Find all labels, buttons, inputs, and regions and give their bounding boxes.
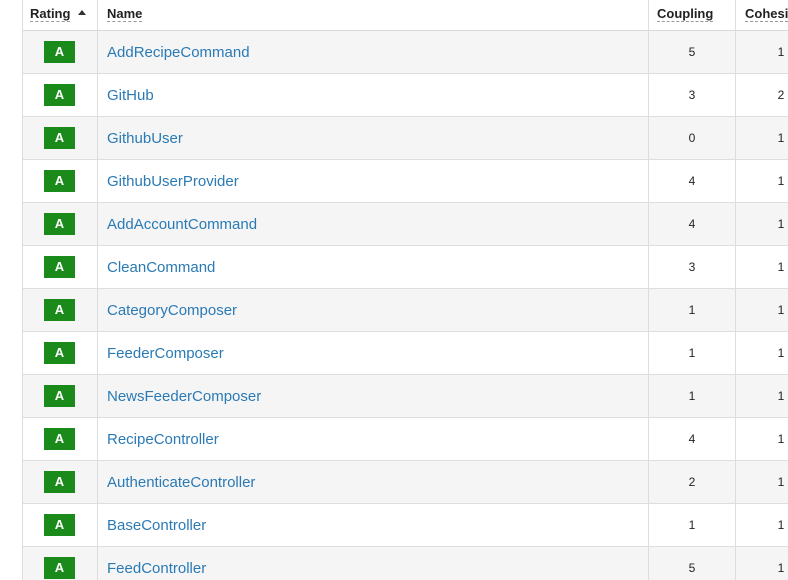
rating-badge: A xyxy=(44,514,75,536)
rating-badge: A xyxy=(44,428,75,450)
rating-badge: A xyxy=(44,299,75,321)
cohesion-value: 1 xyxy=(777,561,785,575)
coupling-value: 3 xyxy=(688,260,696,274)
cohesion-header-label: Cohesi xyxy=(745,6,788,22)
coupling-value: 4 xyxy=(688,217,696,231)
left-gutter xyxy=(0,0,22,580)
cohesion-value: 1 xyxy=(777,131,785,145)
cohesion-value: 1 xyxy=(777,174,785,188)
class-name-link[interactable]: GitHub xyxy=(107,74,154,117)
table-row: A RecipeController 4 1 xyxy=(22,418,788,461)
rating-badge: A xyxy=(44,471,75,493)
coupling-value: 0 xyxy=(688,131,696,145)
cohesion-value: 1 xyxy=(777,303,785,317)
table-row: A CleanCommand 3 1 xyxy=(22,246,788,289)
class-name-link[interactable]: CategoryComposer xyxy=(107,289,237,332)
cohesion-value: 1 xyxy=(777,45,785,59)
coupling-value: 5 xyxy=(688,561,696,575)
table-row: A BaseController 1 1 xyxy=(22,504,788,547)
table-row: A AddAccountCommand 4 1 xyxy=(22,203,788,246)
sort-ascending-icon xyxy=(78,10,87,16)
table-row: A NewsFeederComposer 1 1 xyxy=(22,375,788,418)
cohesion-value: 1 xyxy=(777,432,785,446)
coupling-value: 4 xyxy=(688,174,696,188)
coupling-value: 1 xyxy=(688,303,696,317)
column-divider xyxy=(735,0,736,580)
cohesion-value: 1 xyxy=(777,217,785,231)
class-name-link[interactable]: NewsFeederComposer xyxy=(107,375,261,418)
rating-header-label: Rating xyxy=(30,6,71,22)
table-row: A CategoryComposer 1 1 xyxy=(22,289,788,332)
coupling-value: 1 xyxy=(688,518,696,532)
coupling-column-header[interactable]: Coupling xyxy=(657,0,714,30)
column-divider xyxy=(97,0,98,580)
class-name-link[interactable]: CleanCommand xyxy=(107,246,215,289)
class-name-link[interactable]: AddRecipeCommand xyxy=(107,31,250,74)
rating-badge: A xyxy=(44,84,75,106)
table-row: A AuthenticateController 2 1 xyxy=(22,461,788,504)
cohesion-column-header[interactable]: Cohesi xyxy=(745,0,788,30)
rating-badge: A xyxy=(44,213,75,235)
rating-badge: A xyxy=(44,557,75,579)
name-column-header[interactable]: Name xyxy=(107,0,143,30)
rating-badge: A xyxy=(44,385,75,407)
class-name-link[interactable]: FeederComposer xyxy=(107,332,224,375)
class-name-link[interactable]: GithubUser xyxy=(107,117,183,160)
column-divider xyxy=(22,0,23,580)
class-name-link[interactable]: GithubUserProvider xyxy=(107,160,239,203)
rating-badge: A xyxy=(44,342,75,364)
class-name-link[interactable]: AuthenticateController xyxy=(107,461,255,504)
table-header: Rating Name Coupling Cohesi xyxy=(22,0,788,31)
class-name-link[interactable]: RecipeController xyxy=(107,418,219,461)
rating-badge: A xyxy=(44,170,75,192)
coupling-value: 1 xyxy=(688,389,696,403)
coupling-value: 1 xyxy=(688,346,696,360)
cohesion-value: 1 xyxy=(777,260,785,274)
class-metrics-table: Rating Name Coupling Cohesi A AddRecipeCo… xyxy=(0,0,788,580)
coupling-value: 3 xyxy=(688,88,696,102)
cohesion-value: 1 xyxy=(777,389,785,403)
rating-badge: A xyxy=(44,256,75,278)
column-divider xyxy=(648,0,649,580)
cohesion-value: 1 xyxy=(777,518,785,532)
coupling-value: 2 xyxy=(688,475,696,489)
cohesion-value: 2 xyxy=(777,88,785,102)
coupling-value: 4 xyxy=(688,432,696,446)
class-name-link[interactable]: AddAccountCommand xyxy=(107,203,257,246)
cohesion-value: 1 xyxy=(777,346,785,360)
coupling-header-label: Coupling xyxy=(657,6,714,22)
table-row: A AddRecipeCommand 5 1 xyxy=(22,31,788,74)
class-name-link[interactable]: FeedController xyxy=(107,547,206,580)
name-header-label: Name xyxy=(107,6,143,22)
coupling-value: 5 xyxy=(688,45,696,59)
rating-badge: A xyxy=(44,127,75,149)
rating-column-header[interactable]: Rating xyxy=(30,0,87,30)
table-row: A FeedController 5 1 xyxy=(22,547,788,580)
cohesion-value: 1 xyxy=(777,475,785,489)
table-row: A GithubUser 0 1 xyxy=(22,117,788,160)
table-row: A GithubUserProvider 4 1 xyxy=(22,160,788,203)
table-row: A GitHub 3 2 xyxy=(22,74,788,117)
table-row: A FeederComposer 1 1 xyxy=(22,332,788,375)
class-name-link[interactable]: BaseController xyxy=(107,504,206,547)
rating-badge: A xyxy=(44,41,75,63)
